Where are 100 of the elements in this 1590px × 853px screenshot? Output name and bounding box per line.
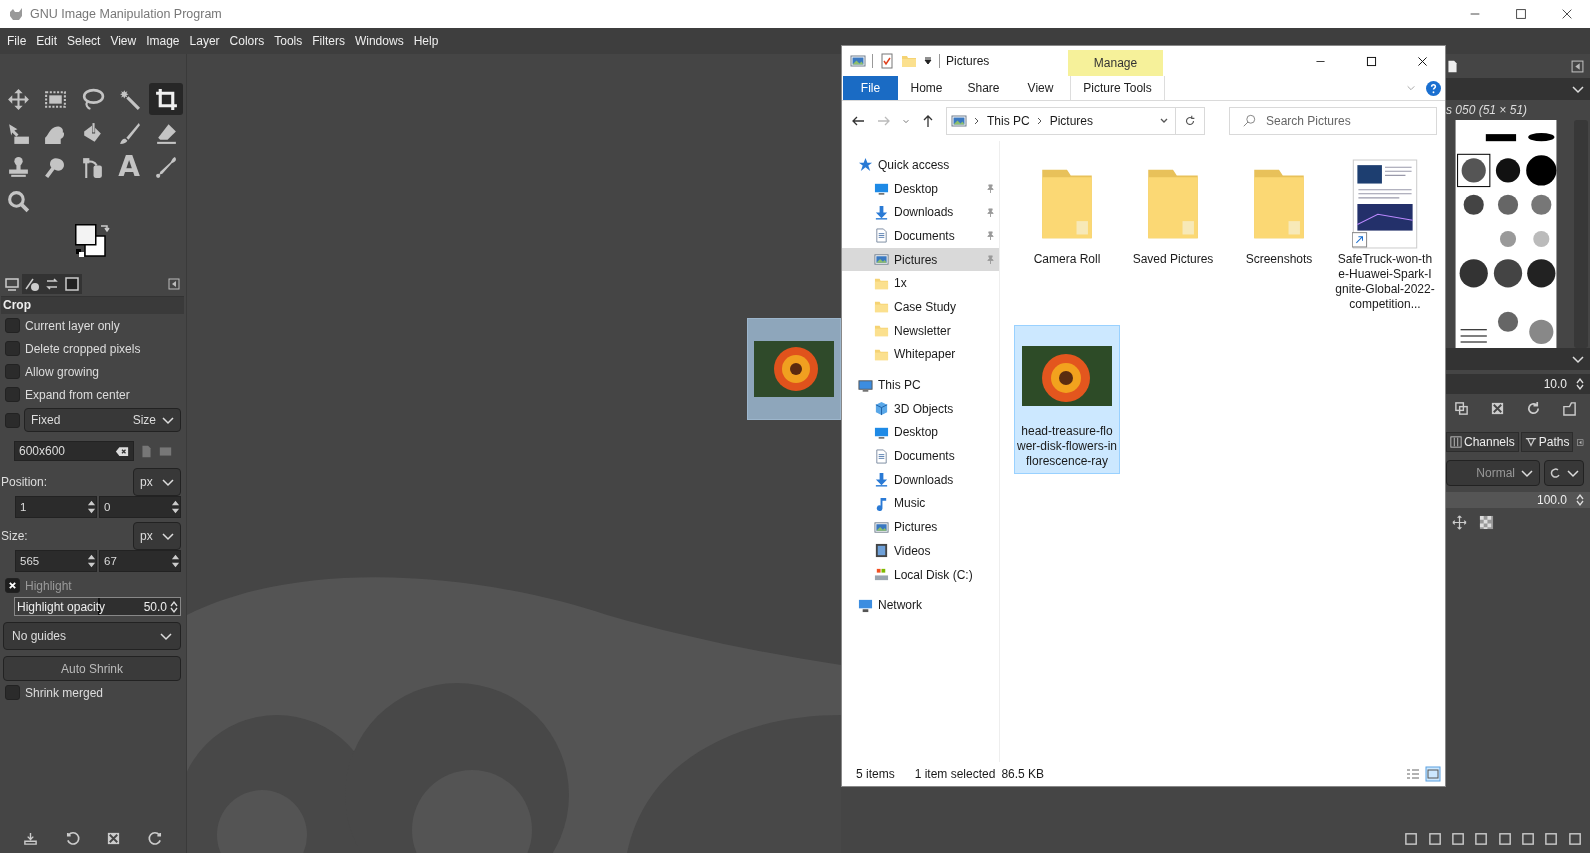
nav-item[interactable]: Pictures [842, 515, 999, 539]
file-item[interactable]: SafeTruck-won-the-Huawei-Spark-Ignite-Global-2022-competition... [1332, 153, 1438, 317]
menu-item[interactable]: File [2, 31, 32, 51]
size-unit-dropdown[interactable]: px [133, 521, 181, 550]
lock-position-icon[interactable] [1452, 514, 1467, 530]
ribbon-tab[interactable]: Picture Tools [1070, 76, 1165, 100]
nav-item[interactable]: 1x [842, 271, 999, 296]
menu-item[interactable]: Help [408, 31, 444, 51]
panel-menu-icon[interactable] [1571, 59, 1584, 73]
nav-item[interactable]: Downloads [842, 200, 999, 225]
properties-icon[interactable] [879, 53, 895, 69]
spin-arrows-icon[interactable] [87, 498, 96, 516]
width-field[interactable]: 565 [15, 550, 97, 572]
layer-action-icon[interactable] [1474, 830, 1490, 846]
layer-action-icon[interactable] [1567, 830, 1583, 846]
position-y-field[interactable]: 0 [99, 496, 181, 518]
nav-item[interactable]: Whitepaper [842, 342, 999, 367]
layer-action-icon[interactable] [1404, 830, 1420, 846]
checkbox[interactable] [5, 412, 20, 428]
file-item[interactable]: head-treasure-flower-disk-flowers-inflorescence-ray [1014, 325, 1120, 474]
position-x-field[interactable]: 1 [15, 496, 97, 518]
opacity-field[interactable]: 100.0 [1446, 492, 1590, 508]
undo-history-tab-icon[interactable] [42, 274, 62, 294]
menu-item[interactable]: Select [62, 31, 106, 51]
tool-button[interactable] [149, 83, 183, 115]
clear-icon[interactable] [115, 445, 129, 457]
nav-item[interactable]: Local Disk (C:) [842, 562, 999, 587]
refresh-button[interactable] [1175, 107, 1205, 135]
nav-item[interactable]: This PC [842, 373, 999, 397]
nav-item[interactable]: Case Study [842, 295, 999, 319]
menu-item[interactable]: Layer [184, 31, 225, 51]
nav-item[interactable]: Music [842, 491, 999, 516]
channels-tab[interactable]: Channels [1446, 432, 1519, 452]
spin-arrows-icon[interactable] [1576, 493, 1584, 507]
checkbox[interactable] [5, 387, 20, 402]
close-icon[interactable] [1560, 7, 1574, 21]
spacing-field[interactable]: 10.0 [1446, 374, 1590, 394]
height-field[interactable]: 67 [99, 550, 181, 572]
checkbox[interactable] [5, 685, 20, 700]
layer-action-icon[interactable] [1427, 830, 1443, 846]
lock-alpha-icon[interactable] [1479, 514, 1494, 530]
checkbox[interactable] [5, 364, 20, 379]
guides-dropdown[interactable]: No guides [3, 622, 181, 650]
spin-arrows-icon[interactable] [171, 552, 180, 570]
tool-button[interactable]: A [112, 151, 146, 183]
breadcrumb-item[interactable]: This PC [987, 114, 1030, 128]
menu-item[interactable]: Filters [307, 31, 350, 51]
file-item[interactable]: Camera Roll [1014, 153, 1120, 317]
paths-tab[interactable]: Paths [1520, 432, 1574, 452]
duplicate-icon[interactable] [1453, 400, 1469, 416]
nav-item[interactable]: Downloads [842, 467, 999, 492]
help-icon[interactable] [1426, 80, 1441, 96]
delete-icon[interactable] [106, 830, 122, 846]
menu-item[interactable]: Tools [269, 31, 308, 51]
reset-icon[interactable] [147, 830, 163, 846]
highlight-opacity-slider[interactable]: Highlight opacity 50.0 [14, 597, 181, 616]
checkbox[interactable] [5, 341, 20, 356]
restore-icon[interactable] [64, 830, 80, 846]
spin-arrows-icon[interactable] [170, 599, 178, 614]
nav-item[interactable]: Desktop [842, 176, 999, 201]
address-bar[interactable]: This PC Pictures [946, 107, 1176, 135]
caret-icon[interactable] [923, 56, 933, 66]
nav-item[interactable]: Documents [842, 224, 999, 248]
auto-shrink-button[interactable]: Auto Shrink [3, 656, 181, 681]
spin-arrows-icon[interactable] [1576, 377, 1584, 391]
menu-item[interactable]: Image [141, 31, 185, 51]
delete-icon[interactable] [1489, 400, 1505, 416]
search-field[interactable]: Search Pictures [1264, 113, 1418, 129]
nav-item[interactable]: Documents [842, 444, 999, 468]
menu-item[interactable]: Windows [349, 31, 409, 51]
menu-item[interactable]: View [105, 31, 142, 51]
maximize-icon[interactable] [1514, 7, 1528, 21]
layer-action-icon[interactable] [1521, 830, 1537, 846]
ribbon-tab[interactable]: File [843, 76, 898, 100]
nav-item[interactable]: Pictures [842, 247, 999, 272]
open-as-image-icon[interactable] [1561, 400, 1577, 416]
checkbox[interactable] [5, 318, 20, 333]
nav-item[interactable]: Newsletter [842, 318, 999, 343]
nav-item[interactable]: Network [842, 593, 999, 618]
menu-item[interactable]: Edit [31, 31, 63, 51]
panel-menu-icon[interactable] [168, 278, 180, 290]
save-icon[interactable] [23, 830, 39, 846]
nav-item[interactable]: 3D Objects [842, 396, 999, 421]
images-tab-icon[interactable] [62, 274, 82, 294]
composite-dropdown[interactable] [1544, 460, 1584, 486]
ratio-field[interactable]: 600x600 [14, 441, 134, 461]
document-tab-icon[interactable] [1446, 59, 1459, 73]
device-status-tab-icon[interactable] [22, 274, 42, 294]
fixed-mode-dropdown[interactable]: Fixed Size [24, 408, 181, 432]
layer-action-icon[interactable] [1497, 830, 1513, 846]
nav-item[interactable]: Desktop [842, 420, 999, 445]
nav-item[interactable]: Videos [842, 539, 999, 563]
file-item[interactable]: Screenshots [1226, 153, 1332, 317]
checkbox[interactable] [5, 578, 20, 593]
spin-arrows-icon[interactable] [171, 498, 180, 516]
layer-action-icon[interactable] [1450, 830, 1466, 846]
mode-dropdown[interactable]: Normal [1446, 460, 1540, 486]
menu-item[interactable]: Colors [224, 31, 270, 51]
nav-item[interactable]: Quick access [842, 153, 999, 177]
search-box[interactable]: Search Pictures [1229, 107, 1437, 135]
